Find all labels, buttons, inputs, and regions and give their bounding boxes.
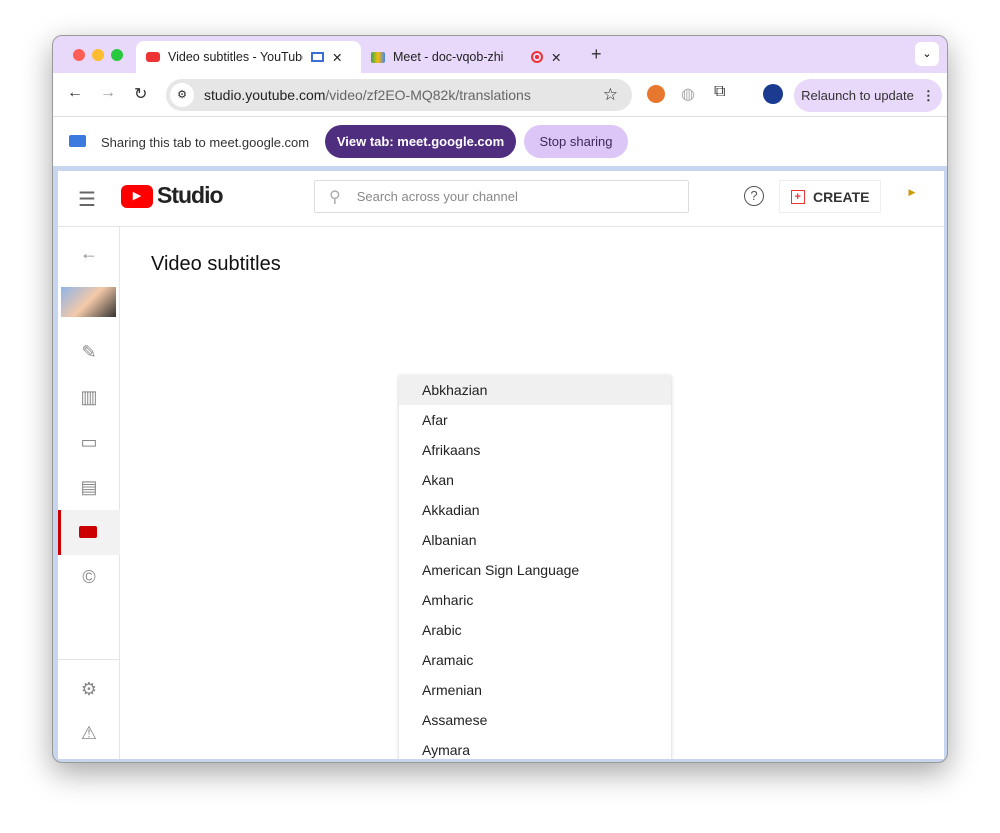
- help-icon[interactable]: ?: [744, 186, 764, 206]
- recording-icon: [531, 51, 543, 63]
- language-option[interactable]: Amharic: [399, 585, 671, 615]
- forward-icon[interactable]: →: [100, 84, 116, 102]
- close-tab-icon[interactable]: ✕: [332, 50, 342, 65]
- language-option[interactable]: Albanian: [399, 525, 671, 555]
- search-icon: ⚲: [329, 188, 341, 206]
- page-title: Video subtitles: [151, 253, 281, 275]
- channel-avatar[interactable]: ▶: [898, 187, 926, 205]
- minimize-window-button[interactable]: [92, 49, 104, 61]
- browser-toolbar: ← → ↻ ⚙ studio.youtube.com/video/zf2EO-M…: [53, 73, 947, 117]
- tab-video-subtitles[interactable]: Video subtitles - YouTube ✕: [136, 41, 361, 73]
- view-tab-button[interactable]: View tab: meet.google.com: [325, 125, 516, 158]
- video-thumbnail[interactable]: [61, 287, 116, 317]
- youtube-studio-page: ☰ ▶ Studio ⚲ Search across your channel …: [58, 171, 944, 759]
- sidebar-item-subtitles[interactable]: [58, 510, 120, 555]
- close-tab-icon[interactable]: ✕: [551, 50, 561, 65]
- create-button[interactable]: + CREATE: [779, 180, 881, 213]
- youtube-favicon-icon: [146, 52, 160, 62]
- copyright-icon[interactable]: ©: [58, 567, 120, 588]
- language-option[interactable]: Aramaic: [399, 645, 671, 675]
- language-option[interactable]: Arabic: [399, 615, 671, 645]
- language-option[interactable]: Akan: [399, 465, 671, 495]
- extensions-puzzle-icon[interactable]: ⧉: [714, 83, 725, 101]
- extension-icon[interactable]: [647, 85, 665, 103]
- screen-share-icon: [311, 52, 324, 62]
- search-input[interactable]: ⚲ Search across your channel: [314, 180, 689, 213]
- language-option[interactable]: Aymara: [399, 735, 671, 759]
- sharing-icon: [69, 135, 86, 147]
- address-bar[interactable]: ⚙ studio.youtube.com/video/zf2EO-MQ82k/t…: [166, 79, 632, 111]
- close-window-button[interactable]: [73, 49, 85, 61]
- site-settings-icon[interactable]: ⚙: [170, 83, 194, 107]
- tab-meet[interactable]: Meet - doc-vqob-zhi ✕: [361, 41, 591, 73]
- editor-icon[interactable]: ▭: [58, 432, 120, 453]
- language-option[interactable]: Akkadian: [399, 495, 671, 525]
- language-option[interactable]: American Sign Language: [399, 555, 671, 585]
- tab-search-button[interactable]: ⌄: [915, 42, 939, 66]
- back-icon[interactable]: ←: [67, 84, 83, 102]
- menu-icon[interactable]: ☰: [78, 187, 96, 212]
- reload-icon[interactable]: ↻: [134, 84, 147, 104]
- sidebar-divider: [58, 659, 120, 660]
- more-menu-icon: ⋮: [921, 87, 935, 103]
- youtube-logo-icon[interactable]: ▶: [121, 185, 153, 208]
- globe-extension-icon[interactable]: ◍: [681, 84, 695, 104]
- tab-strip: Video subtitles - YouTube ✕ Meet - doc-v…: [53, 36, 947, 73]
- language-dropdown[interactable]: Abkhazian Afar Afrikaans Akan Akkadian Albani…: [399, 375, 671, 759]
- create-video-icon: +: [790, 189, 805, 204]
- bookmark-star-icon[interactable]: ☆: [603, 85, 618, 105]
- stop-sharing-button[interactable]: Stop sharing: [524, 125, 628, 158]
- back-arrow-icon[interactable]: ←: [58, 243, 120, 264]
- language-option[interactable]: Afrikaans: [399, 435, 671, 465]
- meet-favicon-icon: [371, 51, 385, 63]
- studio-header: ☰ ▶ Studio ⚲ Search across your channel …: [58, 171, 944, 227]
- sharing-bar: Sharing this tab to meet.google.com View…: [53, 117, 947, 166]
- maximize-window-button[interactable]: [111, 49, 123, 61]
- subtitles-icon: [79, 526, 97, 538]
- relaunch-button[interactable]: Relaunch to update ⋮: [794, 79, 942, 112]
- language-option[interactable]: Abkhazian: [399, 375, 671, 405]
- language-option[interactable]: Afar: [399, 405, 671, 435]
- comments-icon[interactable]: ▤: [58, 477, 120, 498]
- language-option[interactable]: Armenian: [399, 675, 671, 705]
- feedback-icon[interactable]: ⚠: [58, 723, 120, 744]
- settings-gear-icon[interactable]: ⚙: [58, 679, 120, 700]
- profile-avatar[interactable]: [763, 84, 783, 104]
- analytics-icon[interactable]: ▥: [58, 387, 120, 408]
- browser-window: Video subtitles - YouTube ✕ Meet - doc-v…: [52, 35, 948, 763]
- details-pencil-icon[interactable]: ✎: [58, 342, 120, 363]
- studio-sidebar: ← ✎ ▥ ▭ ▤ © ⚙ ⚠: [58, 227, 120, 759]
- new-tab-button[interactable]: +: [591, 44, 602, 65]
- language-option[interactable]: Assamese: [399, 705, 671, 735]
